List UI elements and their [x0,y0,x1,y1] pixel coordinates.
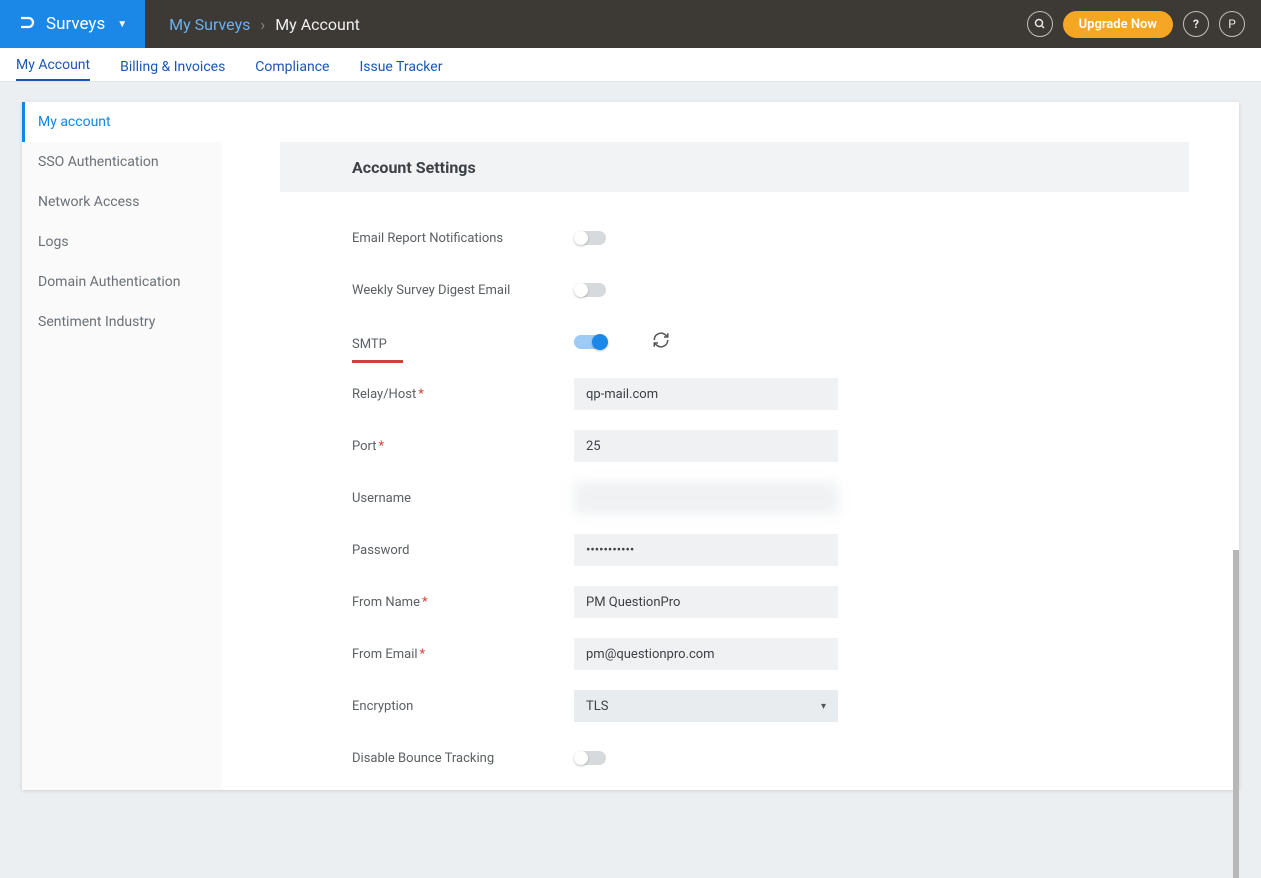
label-smtp: SMTP [352,337,403,363]
input-username[interactable] [574,482,838,514]
label-from-email: From Email* [352,647,574,662]
input-relay-host[interactable] [574,378,838,410]
section-title: Account Settings [280,142,1189,192]
upgrade-button[interactable]: Upgrade Now [1063,11,1173,38]
brand-label: Surveys [46,14,105,34]
label-relay-host: Relay/Host* [352,387,574,402]
label-username: Username [352,491,574,506]
sidebar-item-network[interactable]: Network Access [22,182,222,222]
label-weekly-digest: Weekly Survey Digest Email [352,283,574,298]
subnav-billing[interactable]: Billing & Invoices [120,59,225,81]
sidebar-item-my-account[interactable]: My account [22,102,222,142]
caret-down-icon: ▾ [821,701,826,712]
sidebar: My account SSO Authentication Network Ac… [22,102,222,790]
content-card: My account SSO Authentication Network Ac… [22,102,1239,790]
breadcrumb: My Surveys › My Account [145,15,360,34]
select-encryption[interactable]: TLS ▾ [574,690,838,722]
input-from-email[interactable] [574,638,838,670]
toggle-email-notifications[interactable] [574,231,606,245]
input-password[interactable] [574,534,838,566]
settings-form: Email Report Notifications Weekly Survey… [280,192,1189,784]
label-port: Port* [352,439,574,454]
toggle-smtp[interactable] [574,335,606,349]
avatar-letter: P [1228,17,1236,31]
toggle-weekly-digest[interactable] [574,283,606,297]
label-email-notifications: Email Report Notifications [352,231,574,246]
help-button[interactable]: ? [1183,11,1209,37]
help-icon: ? [1193,17,1199,31]
breadcrumb-parent[interactable]: My Surveys [169,15,250,34]
input-from-name[interactable] [574,586,838,618]
sidebar-item-logs[interactable]: Logs [22,222,222,262]
subnav-compliance[interactable]: Compliance [255,59,329,81]
label-disable-bounce: Disable Bounce Tracking [352,751,574,766]
brand-logo-icon [18,15,36,33]
sub-nav: My Account Billing & Invoices Compliance… [0,48,1261,82]
main-panel: Account Settings Email Report Notificati… [222,102,1239,790]
subnav-my-account[interactable]: My Account [16,57,90,81]
breadcrumb-current: My Account [275,15,360,34]
refresh-icon [652,331,670,349]
select-encryption-value: TLS [586,699,608,714]
subnav-issue-tracker[interactable]: Issue Tracker [359,59,442,81]
profile-button[interactable]: P [1219,11,1245,37]
search-button[interactable] [1027,11,1053,37]
chevron-right-icon: › [260,15,265,34]
sidebar-item-sso[interactable]: SSO Authentication [22,142,222,182]
label-password: Password [352,543,574,558]
refresh-button[interactable] [652,331,670,353]
brand-dropdown[interactable]: Surveys ▼ [0,0,145,48]
label-from-name: From Name* [352,595,574,610]
sidebar-item-sentiment[interactable]: Sentiment Industry [22,302,222,342]
input-port[interactable] [574,430,838,462]
chevron-down-icon: ▼ [117,19,127,30]
top-bar: Surveys ▼ My Surveys › My Account Upgrad… [0,0,1261,48]
search-icon [1034,18,1046,30]
toggle-disable-bounce[interactable] [574,751,606,765]
scrollbar[interactable] [1233,550,1239,878]
top-right-actions: Upgrade Now ? P [1027,11,1261,38]
sidebar-item-domain-auth[interactable]: Domain Authentication [22,262,222,302]
label-encryption: Encryption [352,699,574,714]
